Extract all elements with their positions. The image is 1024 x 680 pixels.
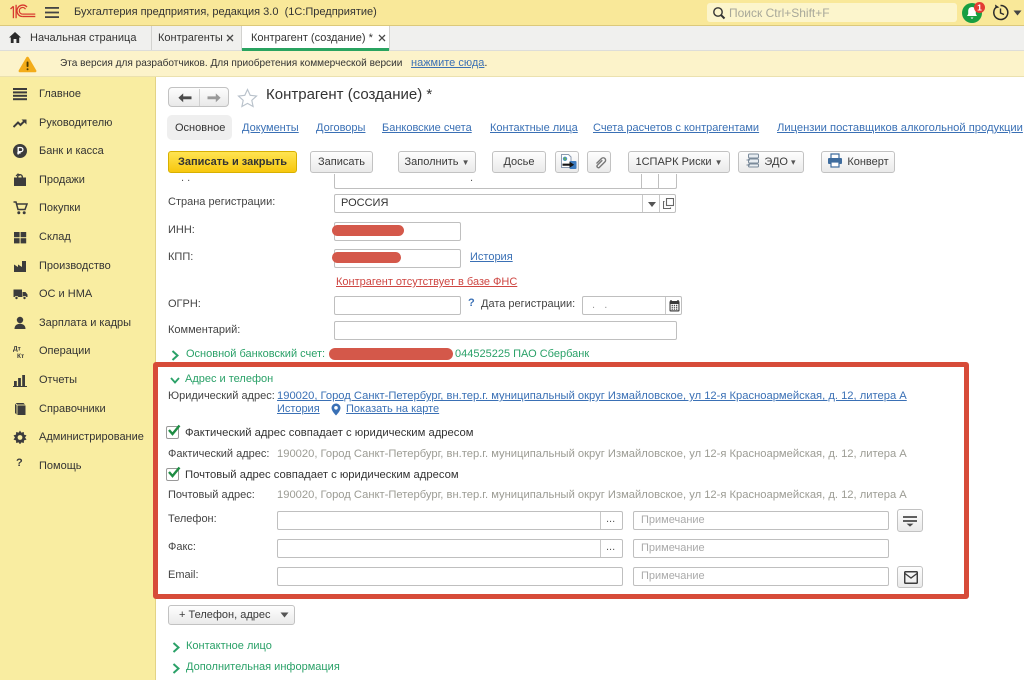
svg-text:1: 1 bbox=[977, 3, 982, 13]
svg-text:Кт: Кт bbox=[17, 353, 24, 359]
svg-text:Дт: Дт bbox=[13, 346, 21, 353]
